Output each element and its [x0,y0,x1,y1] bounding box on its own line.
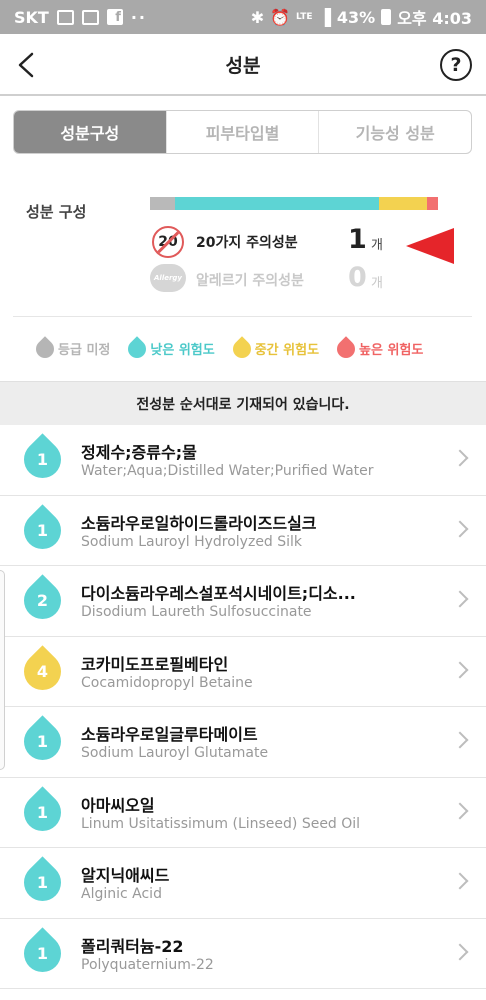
allergy-icon: Allergy [150,264,186,292]
red-pointer-arrow-icon [406,228,454,264]
legend-label: 낮은 위험도 [150,343,215,358]
ingredient-name: 소듐라우로일글루타메이트 [81,725,258,744]
composition-label: 성분 구성 [26,203,87,221]
ingredient-row[interactable]: 4 코카미도프로필베타인 Cocamidopropyl Betaine [0,637,486,707]
back-arrow-icon[interactable] [16,52,38,78]
ingredient-order-notice: 전성분 순서대로 기재되어 있습니다. [0,381,486,425]
divider [13,316,472,317]
ingredient-row[interactable]: 1 폴리쿼터늄-22 Polyquaternium-22 [0,919,486,989]
ingredient-name: 소듐라우로일하이드롤라이즈드실크 [81,513,317,533]
grade-badge: 1 [36,943,49,963]
bluetooth-icon: ✱ [250,7,265,27]
allergy-row: Allergy 알레르기 주의성분 0 개 [150,262,450,296]
ingredient-name: 정제수;증류수;물 [81,443,197,462]
ingredient-english-name: Sodium Lauroyl Glutamate [81,745,269,761]
allergy-label: 알레르기 주의성분 [196,273,304,289]
grade-badge: 4 [36,661,49,681]
lte-label: LTE [296,12,313,22]
caution20-count: 1 [348,224,367,255]
ingredient-english-name: Cocamidopropyl Betaine [81,674,253,691]
legend-label: 높은 위험도 [359,343,424,358]
tab-skin-type[interactable]: 피부타입별 [165,111,319,153]
facebook-icon: f [106,9,123,25]
caution20-label: 20가지 주의성분 [196,235,298,251]
chevron-right-icon [451,449,469,467]
ingredient-name: 코카미도프로필베타인 [81,654,229,674]
chevron-right-icon [451,590,469,608]
ingredient-english-name: Sodium Lauroyl Hydrolyzed Silk [81,533,303,550]
ingredient-name: 폴리쿼터늄-22 [81,936,184,956]
grade-badge: 1 [36,450,49,469]
ingredient-row[interactable]: 1 소듐라우로일글루타메이트 Sodium Lauroyl Glutamate [0,707,486,778]
ingredient-name: 아마씨오일 [81,795,155,815]
gallery-icon [56,9,74,25]
ingredient-english-name: Alginic Acid [81,886,162,902]
composition-segment-medium [379,197,427,210]
allergy-unit: 개 [371,276,383,291]
legend-label: 중간 위험도 [254,343,320,358]
legend-item: 중간 위험도 [228,335,320,362]
chevron-right-icon [451,731,469,749]
legend-item: 낮은 위험도 [124,335,215,362]
chevron-right-icon [451,661,469,678]
chevron-right-icon [451,943,469,960]
ingredient-english-name: Polyquaternium-22 [81,956,214,973]
status-bar: SKT f ·· ✱ ⏰ LTE ▐ 43% 오후 4:03 [0,0,486,34]
grade-badge: 2 [36,591,49,610]
composition-segment-unrated [150,197,176,210]
ingredient-row[interactable]: 2 다이소듐라우레스설포석시네이트;디소... Disodium Laureth S… [0,566,486,637]
legend-item: 높은 위험도 [333,335,424,362]
message-icon [81,9,99,25]
drop-icon [333,335,359,362]
grade-badge: 1 [36,520,49,540]
help-icon[interactable]: ? [440,49,472,81]
ingredient-list: 1 정제수;증류수;물 Water;Aqua;Distilled Water;Pur… [0,425,486,989]
ingredient-english-name: Linum Usitatissimum (Linseed) Seed Oil [81,815,361,832]
caution20-unit: 개 [371,238,383,253]
ingredient-row[interactable]: 1 정제수;증류수;물 Water;Aqua;Distilled Water;Pur… [0,425,486,496]
tab-composition[interactable]: 성분구성 [14,111,166,153]
tab-bar: 성분구성 피부타입별 기능성 성분 [13,110,472,154]
ingredient-row[interactable]: 1 알지닉애씨드 Alginic Acid [0,848,486,919]
ingredient-english-name: Disodium Laureth Sulfosuccinate [81,604,312,620]
carrier-label: SKT [14,7,49,27]
signal-icon: ▐ [318,7,331,27]
battery-percent: 43% [336,7,376,27]
chevron-right-icon [451,872,469,890]
legend-label: 등급 미정 [58,343,111,358]
composition-segment-high [426,197,438,210]
clock: 오후 4:03 [397,9,472,28]
tab-functional[interactable]: 기능성 성분 [318,111,471,153]
ingredient-name: 다이소듐라우레스설포석시네이트;디소... [81,584,356,603]
ingredient-row[interactable]: 1 소듐라우로일하이드롤라이즈드실크 Sodium Lauroyl Hydrolyz… [0,496,486,566]
drop-icon [124,335,151,362]
grade-badge: 1 [36,732,49,751]
app-header: 성분 ? [0,34,486,96]
ingredient-row[interactable]: 1 아마씨오일 Linum Usitatissimum (Linseed) Seed… [0,778,486,848]
composition-segment-low [175,197,380,210]
risk-legend: 등급 미정 낮은 위험도 중간 위험도 높은 위험도 [32,335,466,362]
grade-badge: 1 [36,802,49,822]
drop-icon [228,335,255,362]
ingredient-name: 알지닉애씨드 [81,866,170,885]
drop-icon [32,335,58,362]
page-title: 성분 [225,54,261,77]
alarm-icon: ⏰ [270,7,291,27]
allergy-count: 0 [348,262,367,293]
legend-item: 등급 미정 [32,335,111,362]
composition-bar [150,197,438,210]
battery-icon [381,9,392,25]
chevron-right-icon [451,802,469,819]
ingredient-english-name: Water;Aqua;Distilled Water;Purified Wate… [81,463,374,479]
more-notifications-icon: ·· [130,7,147,27]
grade-badge: 1 [36,873,49,892]
caution20-icon: 20 [152,226,184,258]
side-drawer-handle[interactable] [0,570,5,770]
chevron-right-icon [451,520,469,537]
